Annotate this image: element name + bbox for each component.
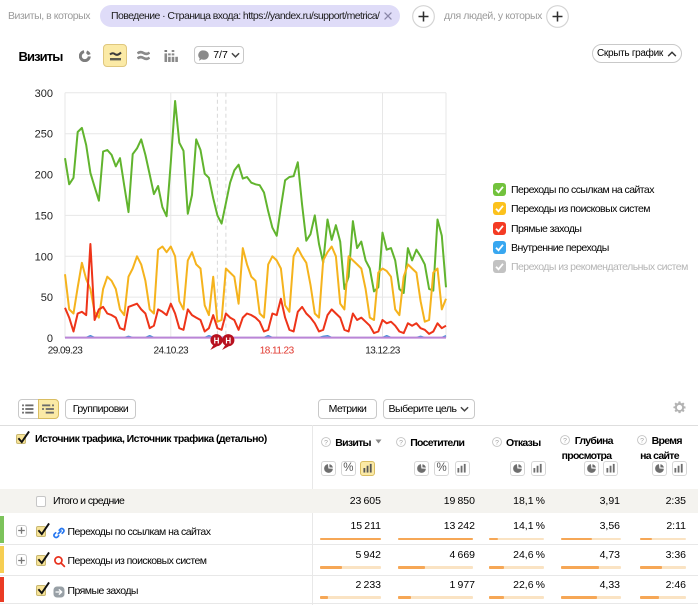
svg-text:0: 0 bbox=[47, 333, 53, 345]
svg-text:?: ? bbox=[640, 437, 644, 444]
svg-text:18.11.23: 18.11.23 bbox=[260, 346, 295, 357]
svg-text:29.09.23: 29.09.23 bbox=[48, 346, 84, 357]
svg-text:H: H bbox=[225, 336, 231, 345]
svg-text:250: 250 bbox=[35, 129, 53, 141]
svg-text:300: 300 bbox=[35, 88, 53, 100]
svg-text:?: ? bbox=[399, 439, 403, 446]
svg-text:?: ? bbox=[495, 439, 499, 446]
svg-text:200: 200 bbox=[35, 170, 53, 182]
svg-text:H: H bbox=[214, 336, 220, 345]
svg-text:24.10.23: 24.10.23 bbox=[154, 346, 190, 357]
svg-text:?: ? bbox=[324, 439, 328, 446]
svg-text:13.12.23: 13.12.23 bbox=[365, 346, 401, 357]
svg-text:?: ? bbox=[563, 437, 567, 444]
svg-text:100: 100 bbox=[35, 251, 53, 263]
svg-text:150: 150 bbox=[35, 210, 53, 222]
svg-text:50: 50 bbox=[41, 292, 53, 304]
